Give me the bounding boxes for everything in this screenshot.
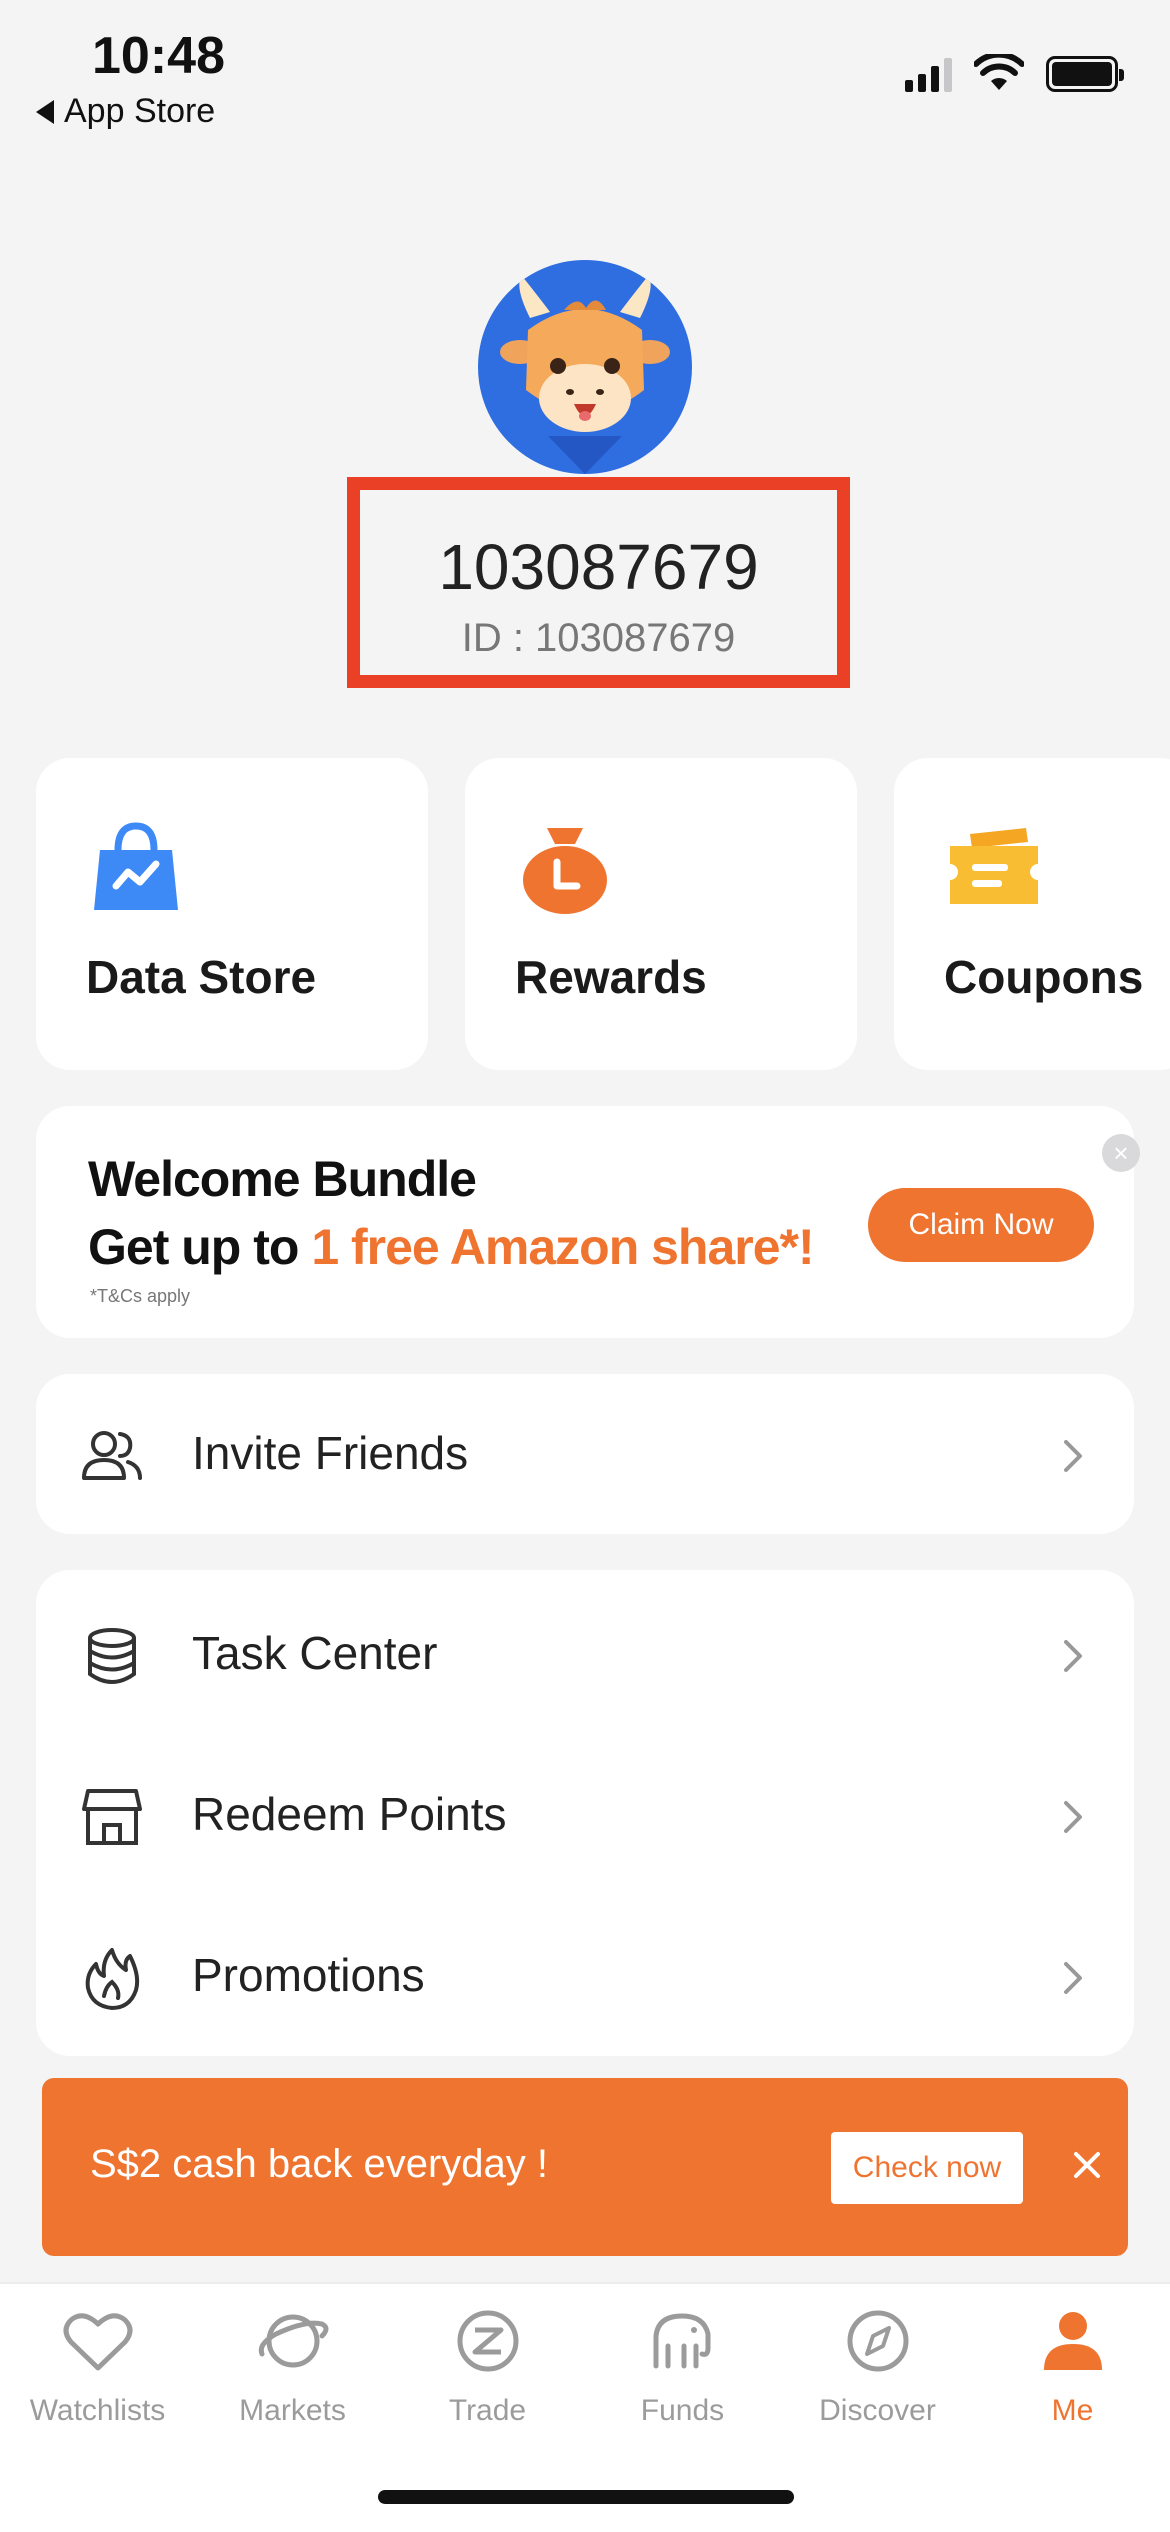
chevron-right-icon bbox=[1064, 1640, 1082, 1672]
trade-z-icon bbox=[457, 2310, 518, 2372]
welcome-subtitle-highlight: 1 free Amazon share*! bbox=[311, 1219, 814, 1275]
banner-text: S$2 cash back everyday ! bbox=[90, 2142, 549, 2186]
check-now-button[interactable]: Check now bbox=[831, 2132, 1023, 2204]
tab-label: Me bbox=[1051, 2394, 1094, 2427]
people-icon bbox=[82, 1431, 142, 1480]
menu-item-label: Invite Friends bbox=[192, 1427, 469, 1479]
compass-icon bbox=[847, 2310, 908, 2372]
heart-icon bbox=[63, 2313, 132, 2371]
menu-item-label: Promotions bbox=[192, 1949, 425, 2001]
cashback-banner[interactable]: S$2 cash back everyday ! Check now bbox=[42, 2078, 1128, 2256]
tab-markets[interactable]: Markets bbox=[195, 2304, 390, 2454]
elephant-icon bbox=[653, 2313, 710, 2369]
flame-icon bbox=[85, 1948, 140, 2010]
close-icon[interactable] bbox=[1062, 2140, 1112, 2190]
tab-me[interactable]: Me bbox=[975, 2304, 1170, 2454]
tab-discover[interactable]: Discover bbox=[780, 2304, 975, 2454]
welcome-subtitle-prefix: Get up to bbox=[88, 1219, 312, 1275]
invite-card: Invite Friends bbox=[36, 1374, 1134, 1534]
welcome-title: Welcome Bundle bbox=[88, 1151, 477, 1207]
coupons-card[interactable]: Coupons bbox=[894, 758, 1170, 1070]
person-icon bbox=[1043, 2312, 1102, 2370]
planet-icon bbox=[258, 2314, 328, 2368]
menu-item-invite-friends[interactable]: Invite Friends bbox=[36, 1374, 1134, 1534]
rewards-card[interactable]: Rewards bbox=[465, 758, 857, 1070]
tab-label: Trade bbox=[448, 2394, 527, 2427]
tab-funds[interactable]: Funds bbox=[585, 2304, 780, 2454]
welcome-bundle-card[interactable]: Welcome Bundle Get up to 1 free Amazon s… bbox=[36, 1106, 1140, 1338]
claim-now-button[interactable]: Claim Now bbox=[868, 1188, 1094, 1262]
home-indicator[interactable] bbox=[378, 2490, 794, 2504]
profile-id: ID : 103087679 bbox=[461, 616, 736, 660]
ticket-icon bbox=[950, 828, 1038, 904]
menu-item-promotions[interactable]: Promotions bbox=[36, 1896, 1134, 2056]
tab-trade[interactable]: Trade bbox=[390, 2304, 585, 2454]
back-arrow-icon bbox=[36, 99, 54, 124]
back-to-app-store[interactable]: App Store bbox=[36, 92, 215, 131]
status-time: 10:48 bbox=[92, 27, 225, 85]
money-bag-icon bbox=[523, 828, 607, 914]
welcome-subtitle: Get up to 1 free Amazon share*! bbox=[88, 1218, 815, 1276]
tab-label: Discover bbox=[819, 2394, 936, 2427]
shopping-bag-chart-icon bbox=[94, 822, 178, 910]
tab-label: Markets bbox=[239, 2394, 346, 2427]
profile-highlight-box: 103087679 ID : 103087679 bbox=[347, 477, 850, 688]
close-icon[interactable]: × bbox=[1102, 1134, 1140, 1172]
menu-item-label: Redeem Points bbox=[192, 1788, 507, 1840]
tasks-card: Task Center Redeem Points Promotions bbox=[36, 1570, 1134, 2056]
status-indicators bbox=[905, 52, 1124, 92]
menu-item-redeem-points[interactable]: Redeem Points bbox=[36, 1735, 1134, 1895]
wifi-icon bbox=[974, 54, 1024, 90]
tab-label: Funds bbox=[640, 2394, 725, 2427]
store-icon bbox=[82, 1789, 142, 1845]
tab-label: Watchlists bbox=[29, 2394, 166, 2427]
coupons-label: Coupons bbox=[944, 951, 1144, 1003]
profile-name: 103087679 bbox=[438, 531, 759, 603]
chevron-right-icon bbox=[1064, 1962, 1082, 1994]
menu-item-task-center[interactable]: Task Center bbox=[36, 1574, 1134, 1734]
battery-icon bbox=[1046, 56, 1124, 92]
menu-item-label: Task Center bbox=[192, 1627, 438, 1679]
bull-mascot-icon bbox=[500, 276, 670, 474]
back-app-label: App Store bbox=[64, 92, 216, 130]
data-store-card[interactable]: Data Store bbox=[36, 758, 428, 1070]
tab-watchlists[interactable]: Watchlists bbox=[0, 2304, 195, 2454]
coin-stack-icon bbox=[88, 1628, 136, 1684]
rewards-label: Rewards bbox=[515, 951, 707, 1003]
terms-note: *T&Cs apply bbox=[90, 1286, 191, 1306]
cellular-signal-icon bbox=[905, 56, 952, 92]
avatar[interactable] bbox=[478, 260, 692, 474]
chevron-right-icon bbox=[1064, 1440, 1082, 1472]
chevron-right-icon bbox=[1064, 1801, 1082, 1833]
data-store-label: Data Store bbox=[86, 951, 317, 1003]
